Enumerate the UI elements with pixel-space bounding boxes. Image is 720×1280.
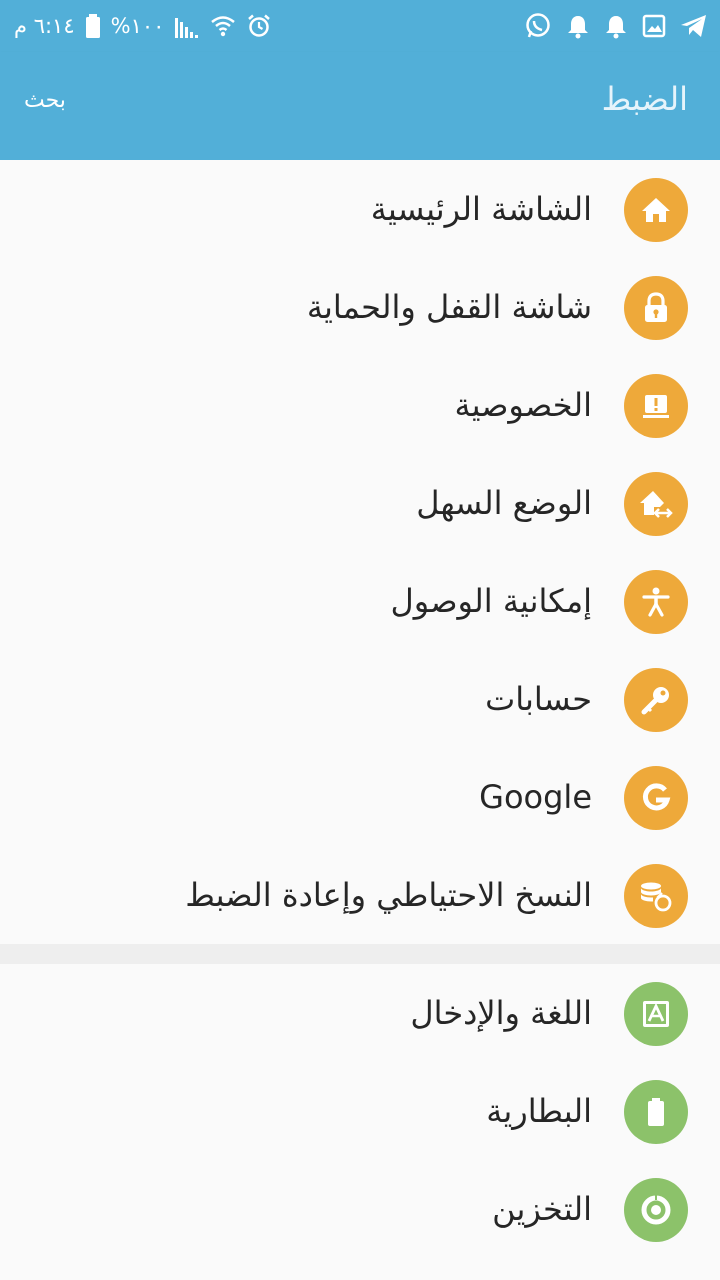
battery-icon — [85, 14, 101, 38]
telegram-icon — [680, 14, 708, 38]
settings-item-accounts[interactable]: حسابات — [0, 650, 720, 748]
settings-section-personal: الشاشة الرئيسية شاشة القفل والحماية الخص… — [0, 160, 720, 944]
search-button[interactable]: بحث — [24, 88, 66, 113]
notification-bell-icon — [604, 13, 628, 39]
settings-item-label: التخزين — [492, 1190, 592, 1228]
settings-item-easy-mode[interactable]: الوضع السهل — [0, 454, 720, 552]
section-divider — [0, 944, 720, 964]
settings-item-backup-reset[interactable]: النسخ الاحتياطي وإعادة الضبط — [0, 846, 720, 944]
settings-item-privacy[interactable]: الخصوصية — [0, 356, 720, 454]
accessibility-icon — [624, 570, 688, 634]
lock-icon — [624, 276, 688, 340]
settings-item-label: البطارية — [486, 1092, 592, 1130]
settings-item-google[interactable]: Google — [0, 748, 720, 846]
signal-icon — [174, 14, 200, 38]
settings-item-language-input[interactable]: اللغة والإدخال — [0, 964, 720, 1062]
settings-item-label: شاشة القفل والحماية — [306, 288, 592, 326]
settings-item-storage[interactable]: التخزين — [0, 1160, 720, 1258]
gallery-icon — [642, 14, 666, 38]
settings-item-label: الشاشة الرئيسية — [370, 190, 592, 228]
status-bar: ٦:١٤ م %١٠٠ — [0, 0, 720, 52]
clock: ٦:١٤ م — [14, 14, 75, 38]
privacy-icon — [624, 374, 688, 438]
settings-item-label: الخصوصية — [454, 386, 592, 424]
settings-section-device: اللغة والإدخال البطارية التخزين — [0, 964, 720, 1258]
battery-icon — [624, 1080, 688, 1144]
settings-item-home-screen[interactable]: الشاشة الرئيسية — [0, 160, 720, 258]
settings-item-battery[interactable]: البطارية — [0, 1062, 720, 1160]
settings-list: الشاشة الرئيسية شاشة القفل والحماية الخص… — [0, 160, 720, 1258]
settings-item-label: إمكانية الوصول — [390, 582, 592, 620]
key-icon — [624, 668, 688, 732]
battery-level: %١٠٠ — [110, 14, 165, 38]
settings-item-label: Google — [479, 778, 592, 816]
wifi-icon — [210, 13, 236, 39]
backup-icon — [624, 864, 688, 928]
easy-mode-icon — [624, 472, 688, 536]
settings-item-accessibility[interactable]: إمكانية الوصول — [0, 552, 720, 650]
notification-bell-icon — [566, 13, 590, 39]
home-icon — [624, 178, 688, 242]
settings-item-lock-screen[interactable]: شاشة القفل والحماية — [0, 258, 720, 356]
page-title: الضبط — [601, 80, 688, 118]
settings-item-label: حسابات — [485, 680, 592, 718]
settings-item-label: النسخ الاحتياطي وإعادة الضبط — [185, 876, 592, 914]
status-right-group — [524, 0, 708, 52]
language-icon — [624, 982, 688, 1046]
whatsapp-icon — [524, 12, 552, 40]
google-icon — [624, 766, 688, 830]
settings-item-label: الوضع السهل — [416, 484, 592, 522]
storage-icon — [624, 1178, 688, 1242]
settings-item-label: اللغة والإدخال — [410, 994, 592, 1032]
alarm-icon — [246, 13, 272, 39]
app-bar: الضبط بحث — [0, 52, 720, 160]
status-left-group: ٦:١٤ م %١٠٠ — [14, 0, 272, 52]
